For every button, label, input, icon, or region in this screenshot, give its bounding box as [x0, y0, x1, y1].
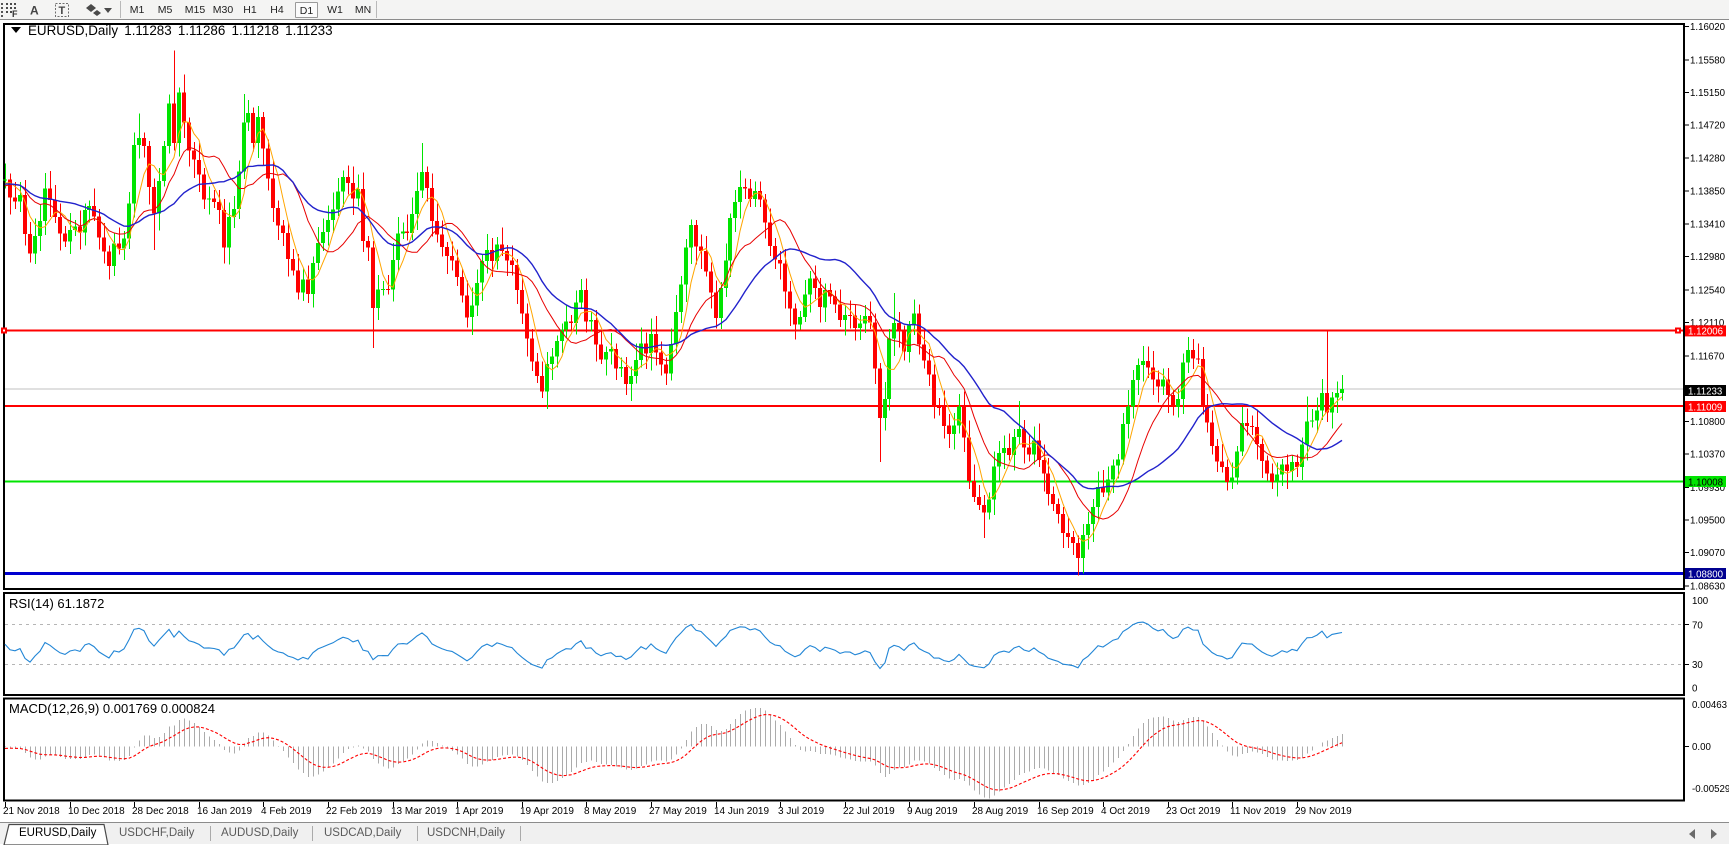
svg-text:1.13410: 1.13410	[1690, 220, 1726, 231]
svg-text:4 Feb 2019: 4 Feb 2019	[261, 806, 312, 817]
svg-text:0.00: 0.00	[1692, 742, 1711, 753]
svg-text:100: 100	[1692, 596, 1709, 607]
svg-text:70: 70	[1692, 621, 1703, 632]
svg-text:28 Aug 2019: 28 Aug 2019	[972, 806, 1029, 817]
svg-text:9 Aug 2019: 9 Aug 2019	[907, 806, 958, 817]
svg-text:22 Jul 2019: 22 Jul 2019	[843, 806, 895, 817]
svg-text:1.14720: 1.14720	[1690, 120, 1726, 131]
svg-text:1.15150: 1.15150	[1690, 88, 1726, 99]
svg-text:1.10370: 1.10370	[1690, 450, 1726, 461]
svg-text:1.08630: 1.08630	[1690, 581, 1726, 592]
svg-text:1.14280: 1.14280	[1690, 154, 1726, 165]
svg-text:A: A	[30, 4, 39, 18]
svg-text:13 Mar 2019: 13 Mar 2019	[391, 806, 448, 817]
svg-text:1.12980: 1.12980	[1690, 252, 1726, 263]
svg-text:F: F	[12, 9, 18, 19]
svg-text:8 May 2019: 8 May 2019	[584, 806, 637, 817]
svg-text:1.10800: 1.10800	[1690, 417, 1726, 428]
svg-text:EURUSD,Daily 1.11283 1.11286: EURUSD,Daily 1.11283 1.11286 1.11218 1.1…	[28, 23, 333, 38]
svg-text:1.16020: 1.16020	[1690, 22, 1726, 33]
svg-text:1.11670: 1.11670	[1690, 351, 1725, 362]
svg-text:29 Nov 2019: 29 Nov 2019	[1295, 806, 1352, 817]
svg-text:14 Jun 2019: 14 Jun 2019	[714, 806, 769, 817]
svg-text:0.00463: 0.00463	[1692, 700, 1727, 711]
svg-text:16 Jan 2019: 16 Jan 2019	[197, 806, 252, 817]
svg-text:1.11009: 1.11009	[1688, 402, 1722, 413]
svg-text:1.13850: 1.13850	[1690, 186, 1726, 197]
svg-text:1.12540: 1.12540	[1690, 285, 1726, 296]
svg-text:0: 0	[1692, 684, 1698, 695]
svg-text:16 Sep 2019: 16 Sep 2019	[1037, 806, 1094, 817]
svg-text:21 Nov 2018: 21 Nov 2018	[3, 806, 60, 817]
svg-text:30: 30	[1692, 660, 1703, 671]
svg-text:22 Feb 2019: 22 Feb 2019	[326, 806, 383, 817]
svg-text:MACD(12,26,9) 0.001769 0.00082: MACD(12,26,9) 0.001769 0.000824	[9, 701, 215, 716]
svg-text:RSI(14) 61.1872: RSI(14) 61.1872	[9, 596, 104, 611]
svg-text:1.15580: 1.15580	[1690, 55, 1726, 66]
svg-text:1.11233: 1.11233	[1688, 386, 1722, 397]
svg-text:19 Apr 2019: 19 Apr 2019	[520, 806, 574, 817]
svg-text:1.10008: 1.10008	[1688, 477, 1723, 488]
svg-text:1.09500: 1.09500	[1690, 516, 1726, 527]
svg-text:1.08800: 1.08800	[1688, 569, 1724, 580]
svg-text:1.09070: 1.09070	[1690, 548, 1726, 559]
svg-text:23 Oct 2019: 23 Oct 2019	[1166, 806, 1221, 817]
svg-text:-0.005299: -0.005299	[1692, 784, 1729, 795]
svg-text:11 Nov 2019: 11 Nov 2019	[1230, 806, 1286, 817]
svg-text:3 Jul 2019: 3 Jul 2019	[778, 806, 825, 817]
svg-text:1 Apr 2019: 1 Apr 2019	[455, 806, 504, 817]
svg-text:10 Dec 2018: 10 Dec 2018	[68, 806, 125, 817]
svg-text:4 Oct 2019: 4 Oct 2019	[1101, 806, 1150, 817]
svg-text:27 May 2019: 27 May 2019	[649, 806, 707, 817]
svg-text:28 Dec 2018: 28 Dec 2018	[132, 806, 189, 817]
svg-text:T: T	[59, 5, 66, 17]
svg-text:1.12006: 1.12006	[1688, 327, 1723, 338]
